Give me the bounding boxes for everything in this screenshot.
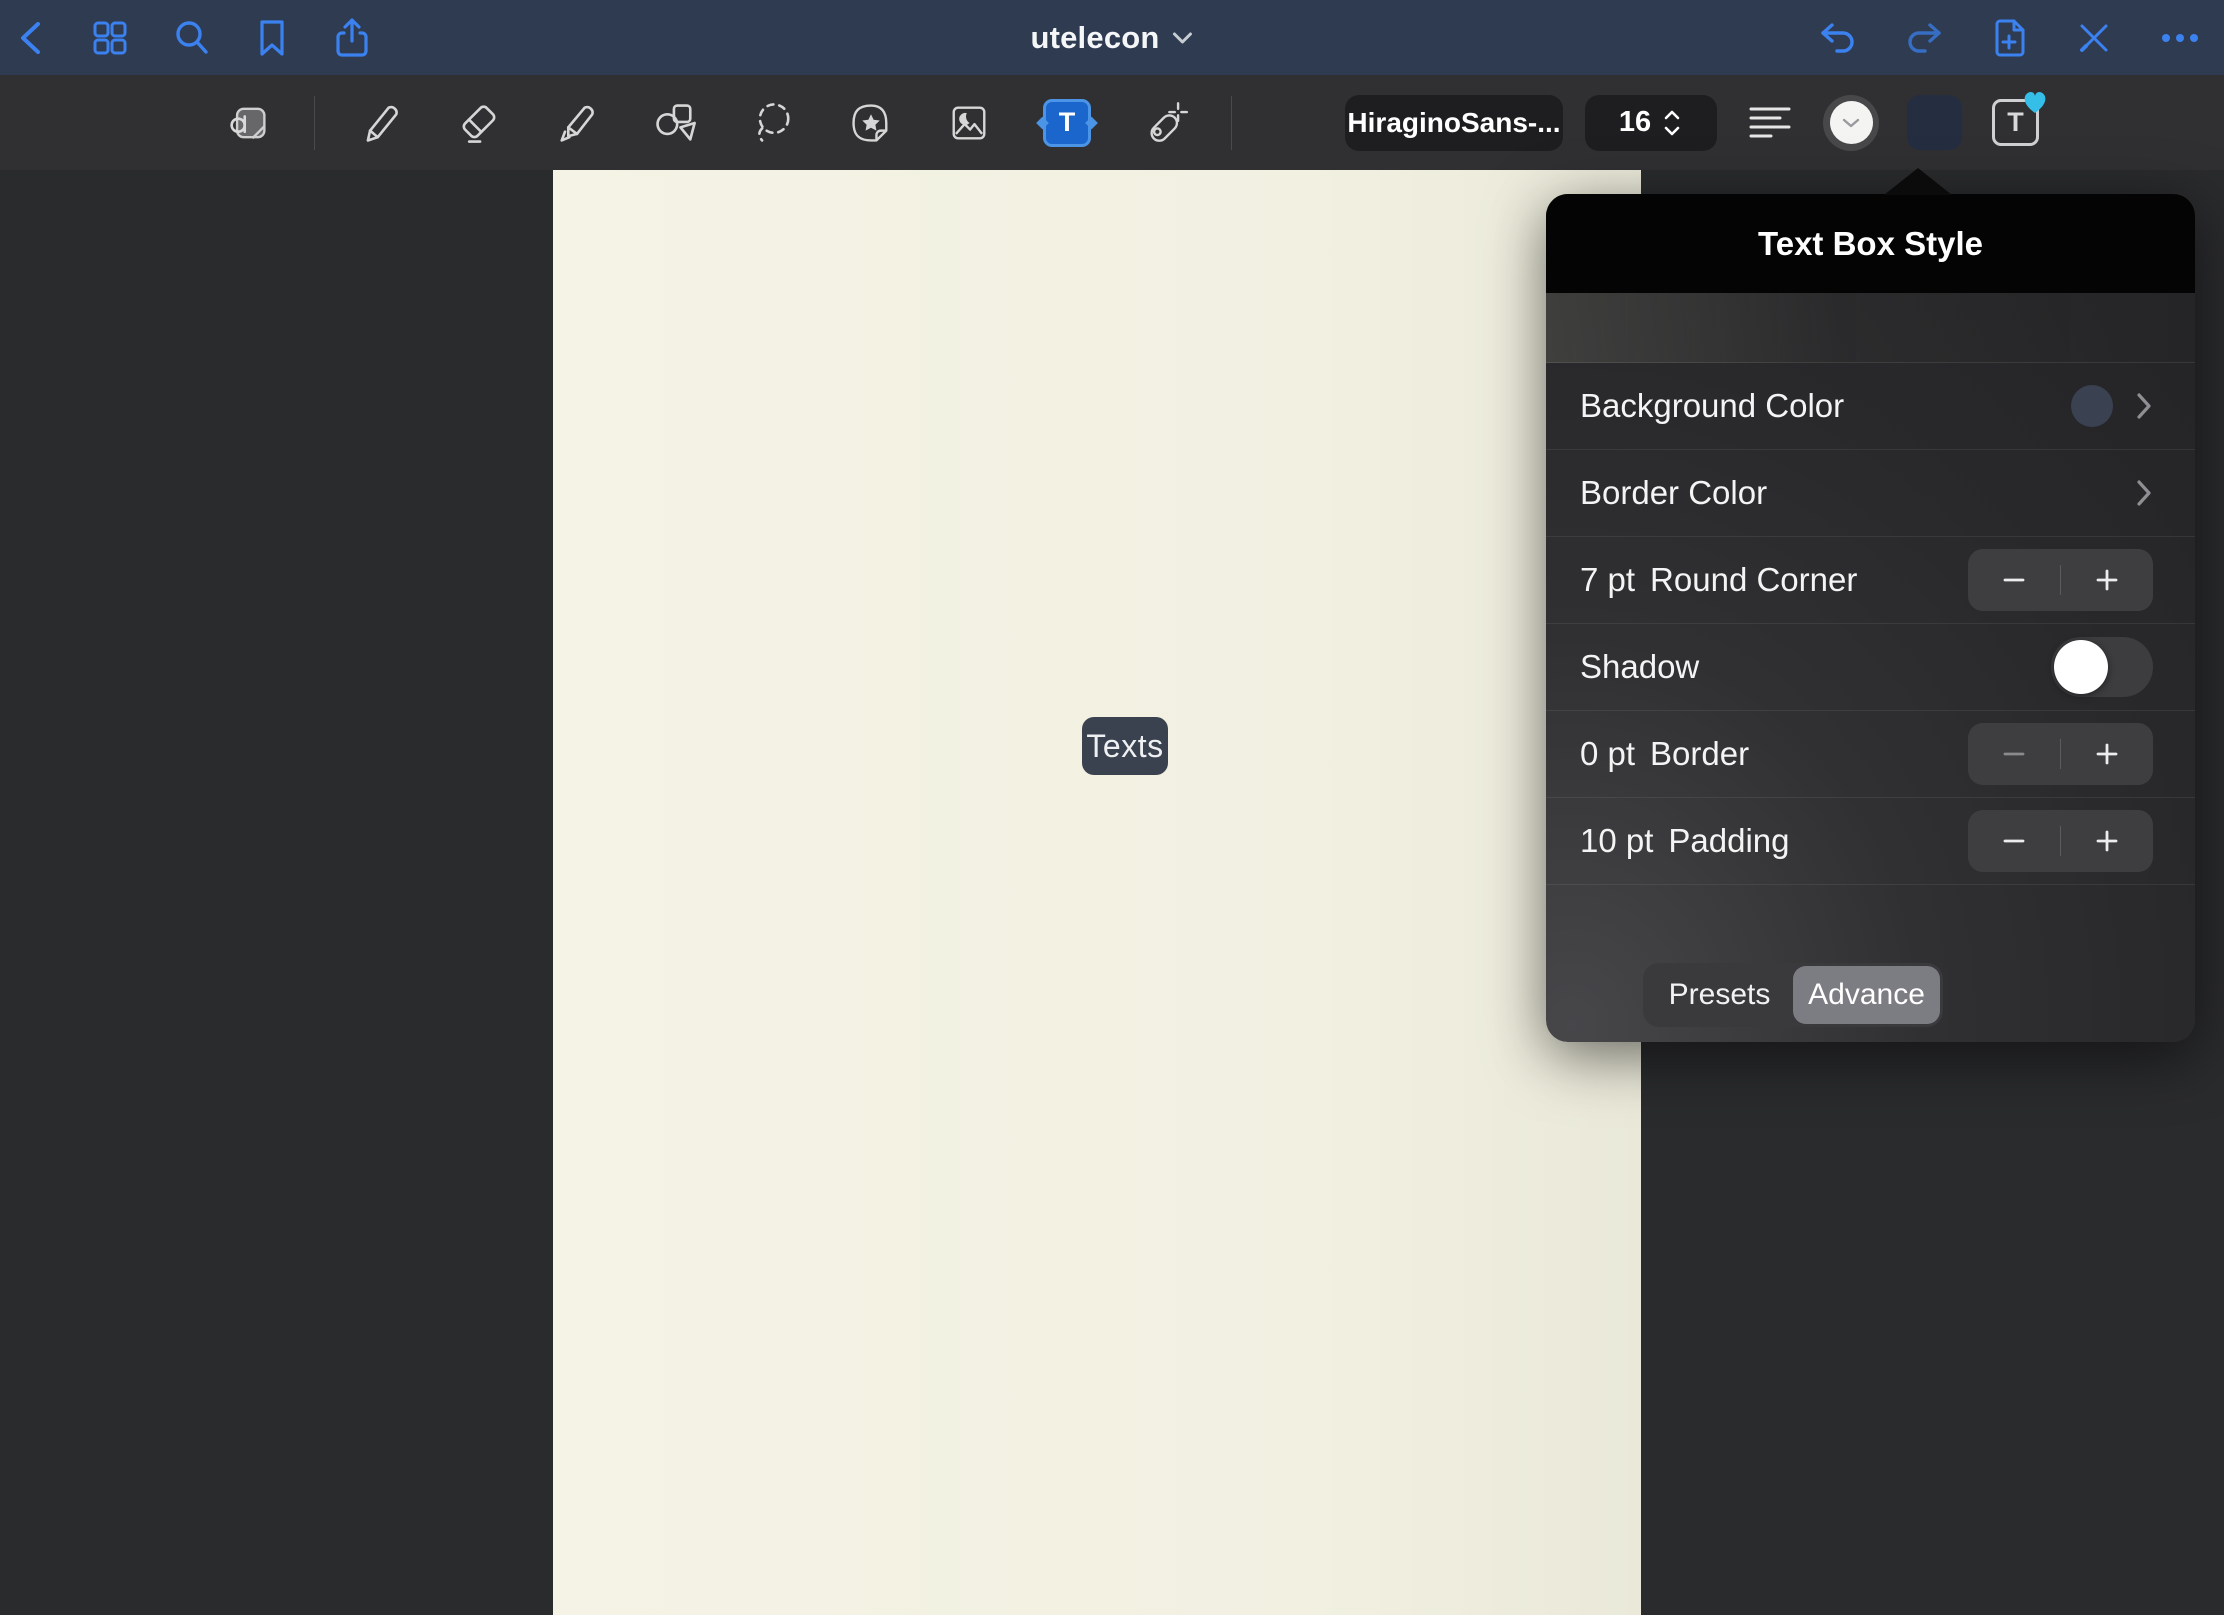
image-tool-icon[interactable] <box>945 99 993 147</box>
textbox-style-button[interactable]: T <box>1992 99 2039 146</box>
plus-icon[interactable] <box>2061 723 2153 785</box>
text-color-swatch <box>1830 101 1873 144</box>
border-width-label: Border <box>1650 735 1749 773</box>
tool-bar: T HiraginoSans-... 16 <box>0 75 2224 170</box>
back-icon[interactable] <box>14 18 48 58</box>
border-width-row: 0 pt Border <box>1546 711 2195 798</box>
minus-icon[interactable] <box>1968 549 2060 611</box>
eraser-tool-icon[interactable] <box>455 99 503 147</box>
popover-title: Text Box Style <box>1758 225 1983 263</box>
chevron-right-icon <box>2135 478 2153 508</box>
heart-badge-icon <box>2020 88 2050 116</box>
document-title: utelecon <box>1030 20 1159 56</box>
toggle-knob <box>2054 640 2108 694</box>
round-corner-stepper <box>1968 549 2153 611</box>
laser-tool-icon[interactable] <box>1141 99 1189 147</box>
text-tool-icon[interactable]: T <box>1043 99 1091 147</box>
toolbar-divider <box>314 96 315 150</box>
minus-icon[interactable] <box>1968 723 2060 785</box>
chevron-down-icon <box>1172 31 1194 45</box>
font-size-value: 16 <box>1619 106 1651 139</box>
canvas-page[interactable]: Texts <box>553 170 1641 1615</box>
padding-row: 10 pt Padding <box>1546 798 2195 885</box>
stylus-edit-icon[interactable] <box>2074 18 2114 58</box>
round-corner-value: 7 pt <box>1580 561 1635 599</box>
search-icon[interactable] <box>172 18 212 58</box>
toolbar-divider <box>1231 96 1232 150</box>
selection-handle <box>1036 116 1049 129</box>
lasso-tool-icon[interactable] <box>749 99 797 147</box>
chevron-up-down-icon <box>1661 108 1683 138</box>
nav-bar: utelecon <box>0 0 2224 75</box>
chevron-right-icon <box>2135 391 2153 421</box>
selection-handle <box>1085 116 1098 129</box>
popover-preview-strip <box>1546 293 2195 363</box>
text-align-icon[interactable] <box>1747 99 1795 147</box>
sticker-tool-icon[interactable] <box>847 99 895 147</box>
plus-icon[interactable] <box>2061 549 2153 611</box>
background-color-row[interactable]: Background Color <box>1546 363 2195 450</box>
bookmark-icon[interactable] <box>254 18 290 58</box>
nav-left-group <box>14 0 372 75</box>
undo-icon[interactable] <box>1818 19 1858 57</box>
popover-caret <box>1884 168 1952 195</box>
background-color-swatch <box>2071 385 2113 427</box>
font-name-button[interactable]: HiraginoSans-... <box>1345 95 1563 151</box>
text-color-button[interactable] <box>1823 95 1879 151</box>
redo-icon[interactable] <box>1904 19 1944 57</box>
round-corner-row: 7 pt Round Corner <box>1546 537 2195 624</box>
tools-group: T <box>224 75 1224 170</box>
share-icon[interactable] <box>332 17 372 59</box>
presets-tab[interactable]: Presets <box>1643 963 1796 1027</box>
shadow-row: Shadow <box>1546 624 2195 711</box>
pen-tool-icon[interactable] <box>357 99 405 147</box>
shadow-toggle[interactable] <box>2051 637 2153 697</box>
text-format-group: HiraginoSans-... 16 T <box>1345 75 2039 170</box>
border-width-stepper <box>1968 723 2153 785</box>
highlighter-tool-icon[interactable] <box>553 99 601 147</box>
presets-advance-segmented-control: Presets Advance <box>1643 963 1943 1027</box>
add-page-icon[interactable] <box>1990 17 2028 59</box>
advance-tab[interactable]: Advance <box>1793 966 1940 1024</box>
text-tool-letter: T <box>1059 107 1076 138</box>
padding-stepper <box>1968 810 2153 872</box>
shapes-tool-icon[interactable] <box>651 99 699 147</box>
shadow-label: Shadow <box>1580 648 1699 686</box>
document-title-button[interactable]: utelecon <box>1030 0 1193 75</box>
popover-header: Text Box Style <box>1546 194 2195 293</box>
font-size-stepper[interactable]: 16 <box>1585 95 1717 151</box>
edit-mode-icon[interactable] <box>224 99 272 147</box>
textbox-style-popover: Text Box Style Background Color Border C… <box>1546 194 2195 1042</box>
grid-icon[interactable] <box>90 18 130 58</box>
padding-value: 10 pt <box>1580 822 1653 860</box>
round-corner-label: Round Corner <box>1650 561 1857 599</box>
background-color-label: Background Color <box>1580 387 1844 425</box>
plus-icon[interactable] <box>2061 810 2153 872</box>
textbox-background-swatch-button[interactable] <box>1907 95 1962 150</box>
nav-right-group <box>1818 0 2200 75</box>
border-color-label: Border Color <box>1580 474 1767 512</box>
more-icon[interactable] <box>2160 32 2200 44</box>
minus-icon[interactable] <box>1968 810 2060 872</box>
border-color-row[interactable]: Border Color <box>1546 450 2195 537</box>
padding-label: Padding <box>1668 822 1789 860</box>
border-width-value: 0 pt <box>1580 735 1635 773</box>
canvas-textbox[interactable]: Texts <box>1082 717 1168 775</box>
